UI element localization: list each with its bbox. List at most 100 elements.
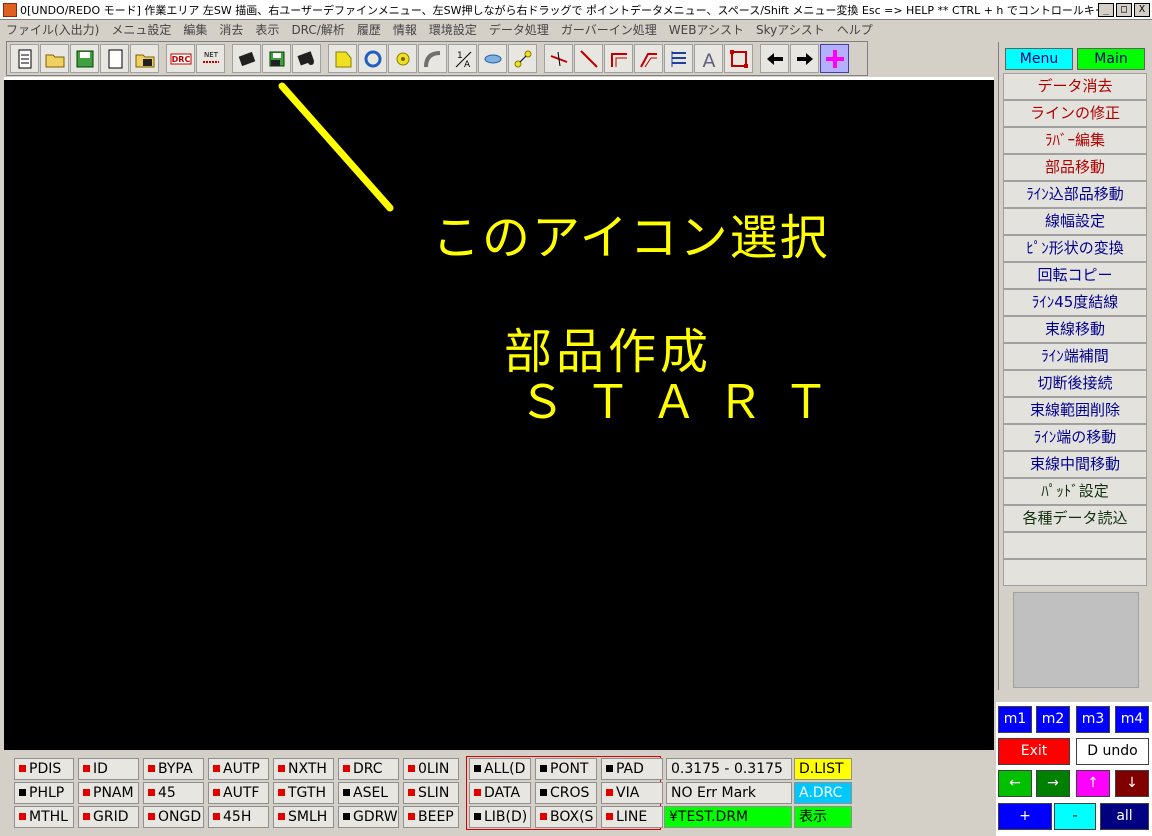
status-flag-autf[interactable]: AUTF — [208, 782, 269, 804]
snap-mode-cros[interactable]: CROS — [535, 782, 597, 804]
command-button-1[interactable]: ラインの修正 — [1003, 100, 1147, 127]
toolbar-button-text[interactable]: A — [694, 44, 723, 73]
toolbar-button-pad-round[interactable] — [388, 44, 417, 73]
command-button-8[interactable]: ﾗｲﾝ45度結線 — [1003, 289, 1147, 316]
close-button[interactable]: X — [1134, 2, 1150, 17]
command-button-12[interactable]: 束線範囲削除 — [1003, 397, 1147, 424]
a-drc-button[interactable]: A.DRC — [794, 782, 852, 804]
toolbar-button-open-folder[interactable] — [40, 44, 69, 73]
status-flag-bypa[interactable]: BYPA — [143, 758, 204, 780]
snap-mode-pad[interactable]: PAD — [601, 758, 663, 780]
status-flag-45[interactable]: 45 — [143, 782, 204, 804]
command-button-13[interactable]: ﾗｲﾝ端の移動 — [1003, 424, 1147, 451]
toolbar-button-save-disk[interactable] — [70, 44, 99, 73]
d-undo-button[interactable]: D undo — [1076, 738, 1149, 765]
toolbar-button-connect[interactable] — [508, 44, 537, 73]
command-button-17[interactable] — [1003, 532, 1147, 559]
command-button-0[interactable]: データ消去 — [1003, 73, 1147, 100]
toolbar-button-board-outline[interactable] — [724, 44, 753, 73]
toolbar-button-line-cut[interactable] — [544, 44, 573, 73]
arrow-up-button[interactable]: ↑ — [1076, 770, 1110, 797]
exit-button[interactable]: Exit — [998, 738, 1070, 765]
m4-button[interactable]: m4 — [1115, 706, 1149, 733]
arrow-left-button[interactable]: ← — [998, 770, 1032, 797]
command-button-3[interactable]: 部品移動 — [1003, 154, 1147, 181]
snap-mode-line[interactable]: LINE — [601, 806, 663, 828]
toolbar-button-corner-line[interactable] — [604, 44, 633, 73]
toolbar-button-jumper[interactable] — [478, 44, 507, 73]
menu-item-2[interactable]: 編集 — [183, 21, 207, 38]
toolbar-button-bus-lines[interactable] — [664, 44, 693, 73]
menu-item-6[interactable]: 履歴 — [357, 21, 381, 38]
m2-button[interactable]: m2 — [1036, 706, 1070, 733]
minimize-button[interactable]: _ — [1098, 2, 1114, 17]
menu-item-5[interactable]: DRC/解析 — [291, 21, 344, 38]
snap-mode-alld[interactable]: ALL(D — [469, 758, 531, 780]
command-button-18[interactable] — [1003, 559, 1147, 586]
menu-item-7[interactable]: 情報 — [393, 21, 417, 38]
arrow-right-button[interactable]: → — [1036, 770, 1070, 797]
status-flag-grid[interactable]: GRID — [78, 806, 139, 828]
command-button-4[interactable]: ﾗｲﾝ込部品移動 — [1003, 181, 1147, 208]
command-button-6[interactable]: ﾋﾟﾝ形状の変換 — [1003, 235, 1147, 262]
zoom-out-button[interactable]: - — [1054, 803, 1096, 830]
status-flag-nxth[interactable]: NXTH — [273, 758, 334, 780]
status-flag-gdrw[interactable]: GDRW — [338, 806, 399, 828]
status-flag-drc[interactable]: DRC — [338, 758, 399, 780]
snap-mode-via[interactable]: VIA — [601, 782, 663, 804]
menu-item-1[interactable]: メニュ設定 — [111, 21, 171, 38]
zoom-in-button[interactable]: + — [998, 803, 1052, 830]
menu-mode-button[interactable]: Menu — [1005, 48, 1073, 70]
menu-item-0[interactable]: ファイル(入出力) — [6, 21, 99, 38]
toolbar-button-part-edit[interactable] — [292, 44, 321, 73]
toolbar-button-arrow-left[interactable] — [760, 44, 789, 73]
arrow-down-button[interactable]: ↓ — [1115, 770, 1149, 797]
status-flag-autp[interactable]: AUTP — [208, 758, 269, 780]
toolbar-button-via-ring[interactable] — [358, 44, 387, 73]
toolbar-button-arrow-right[interactable] — [790, 44, 819, 73]
status-flag-mthl[interactable]: MTHL — [14, 806, 74, 828]
menu-item-4[interactable]: 表示 — [255, 21, 279, 38]
command-button-9[interactable]: 束線移動 — [1003, 316, 1147, 343]
snap-mode-libd[interactable]: LIB(D) — [469, 806, 531, 828]
status-flag-tgth[interactable]: TGTH — [273, 782, 334, 804]
status-flag-phlp[interactable]: PHLP — [14, 782, 74, 804]
zoom-all-button[interactable]: all — [1100, 803, 1149, 830]
menu-item-12[interactable]: Skyアシスト — [756, 21, 825, 38]
toolbar-button-double-line[interactable] — [634, 44, 663, 73]
status-flag-pdis[interactable]: PDIS — [14, 758, 74, 780]
toolbar-button-arc-line[interactable] — [418, 44, 447, 73]
toolbar-button-cross-cursor[interactable] — [820, 44, 849, 73]
toolbar-button-part-create[interactable] — [262, 44, 291, 73]
status-flag-ongd[interactable]: ONGD — [143, 806, 204, 828]
work-area-canvas[interactable]: このアイコン選択 部品作成 ＳＴＡＲＴ — [4, 80, 994, 750]
toolbar-button-pad-shape[interactable] — [328, 44, 357, 73]
command-button-14[interactable]: 束線中間移動 — [1003, 451, 1147, 478]
status-flag-asel[interactable]: ASEL — [338, 782, 399, 804]
menu-item-8[interactable]: 環境設定 — [429, 21, 477, 38]
toolbar-button-drc[interactable]: DRC — [166, 44, 195, 73]
toolbar-button-open-part[interactable] — [130, 44, 159, 73]
menu-item-10[interactable]: ガーバーイン処理 — [561, 21, 657, 38]
toolbar-button-net[interactable]: NET — [196, 44, 225, 73]
command-button-5[interactable]: 線幅設定 — [1003, 208, 1147, 235]
toolbar-button-dimension[interactable]: 1A — [448, 44, 477, 73]
status-flag-45h[interactable]: 45H — [208, 806, 269, 828]
main-mode-button[interactable]: Main — [1077, 48, 1145, 70]
toolbar-button-line-diag[interactable] — [574, 44, 603, 73]
status-flag-slin[interactable]: SLIN — [403, 782, 459, 804]
status-flag-id[interactable]: ID — [78, 758, 139, 780]
toolbar-button-blank-page[interactable] — [100, 44, 129, 73]
menu-item-11[interactable]: WEBアシスト — [669, 21, 744, 38]
command-button-16[interactable]: 各種データ読込 — [1003, 505, 1147, 532]
snap-mode-data[interactable]: DATA — [469, 782, 531, 804]
m3-button[interactable]: m3 — [1076, 706, 1110, 733]
status-flag-beep[interactable]: BEEP — [403, 806, 459, 828]
command-button-7[interactable]: 回転コピー — [1003, 262, 1147, 289]
command-button-15[interactable]: ﾊﾟｯﾄﾞ設定 — [1003, 478, 1147, 505]
status-flag-smlh[interactable]: SMLH — [273, 806, 334, 828]
menu-item-13[interactable]: ヘルプ — [837, 21, 873, 38]
menu-item-3[interactable]: 消去 — [219, 21, 243, 38]
status-flag-0lin[interactable]: 0LIN — [403, 758, 459, 780]
snap-mode-boxs[interactable]: BOX(S — [535, 806, 597, 828]
